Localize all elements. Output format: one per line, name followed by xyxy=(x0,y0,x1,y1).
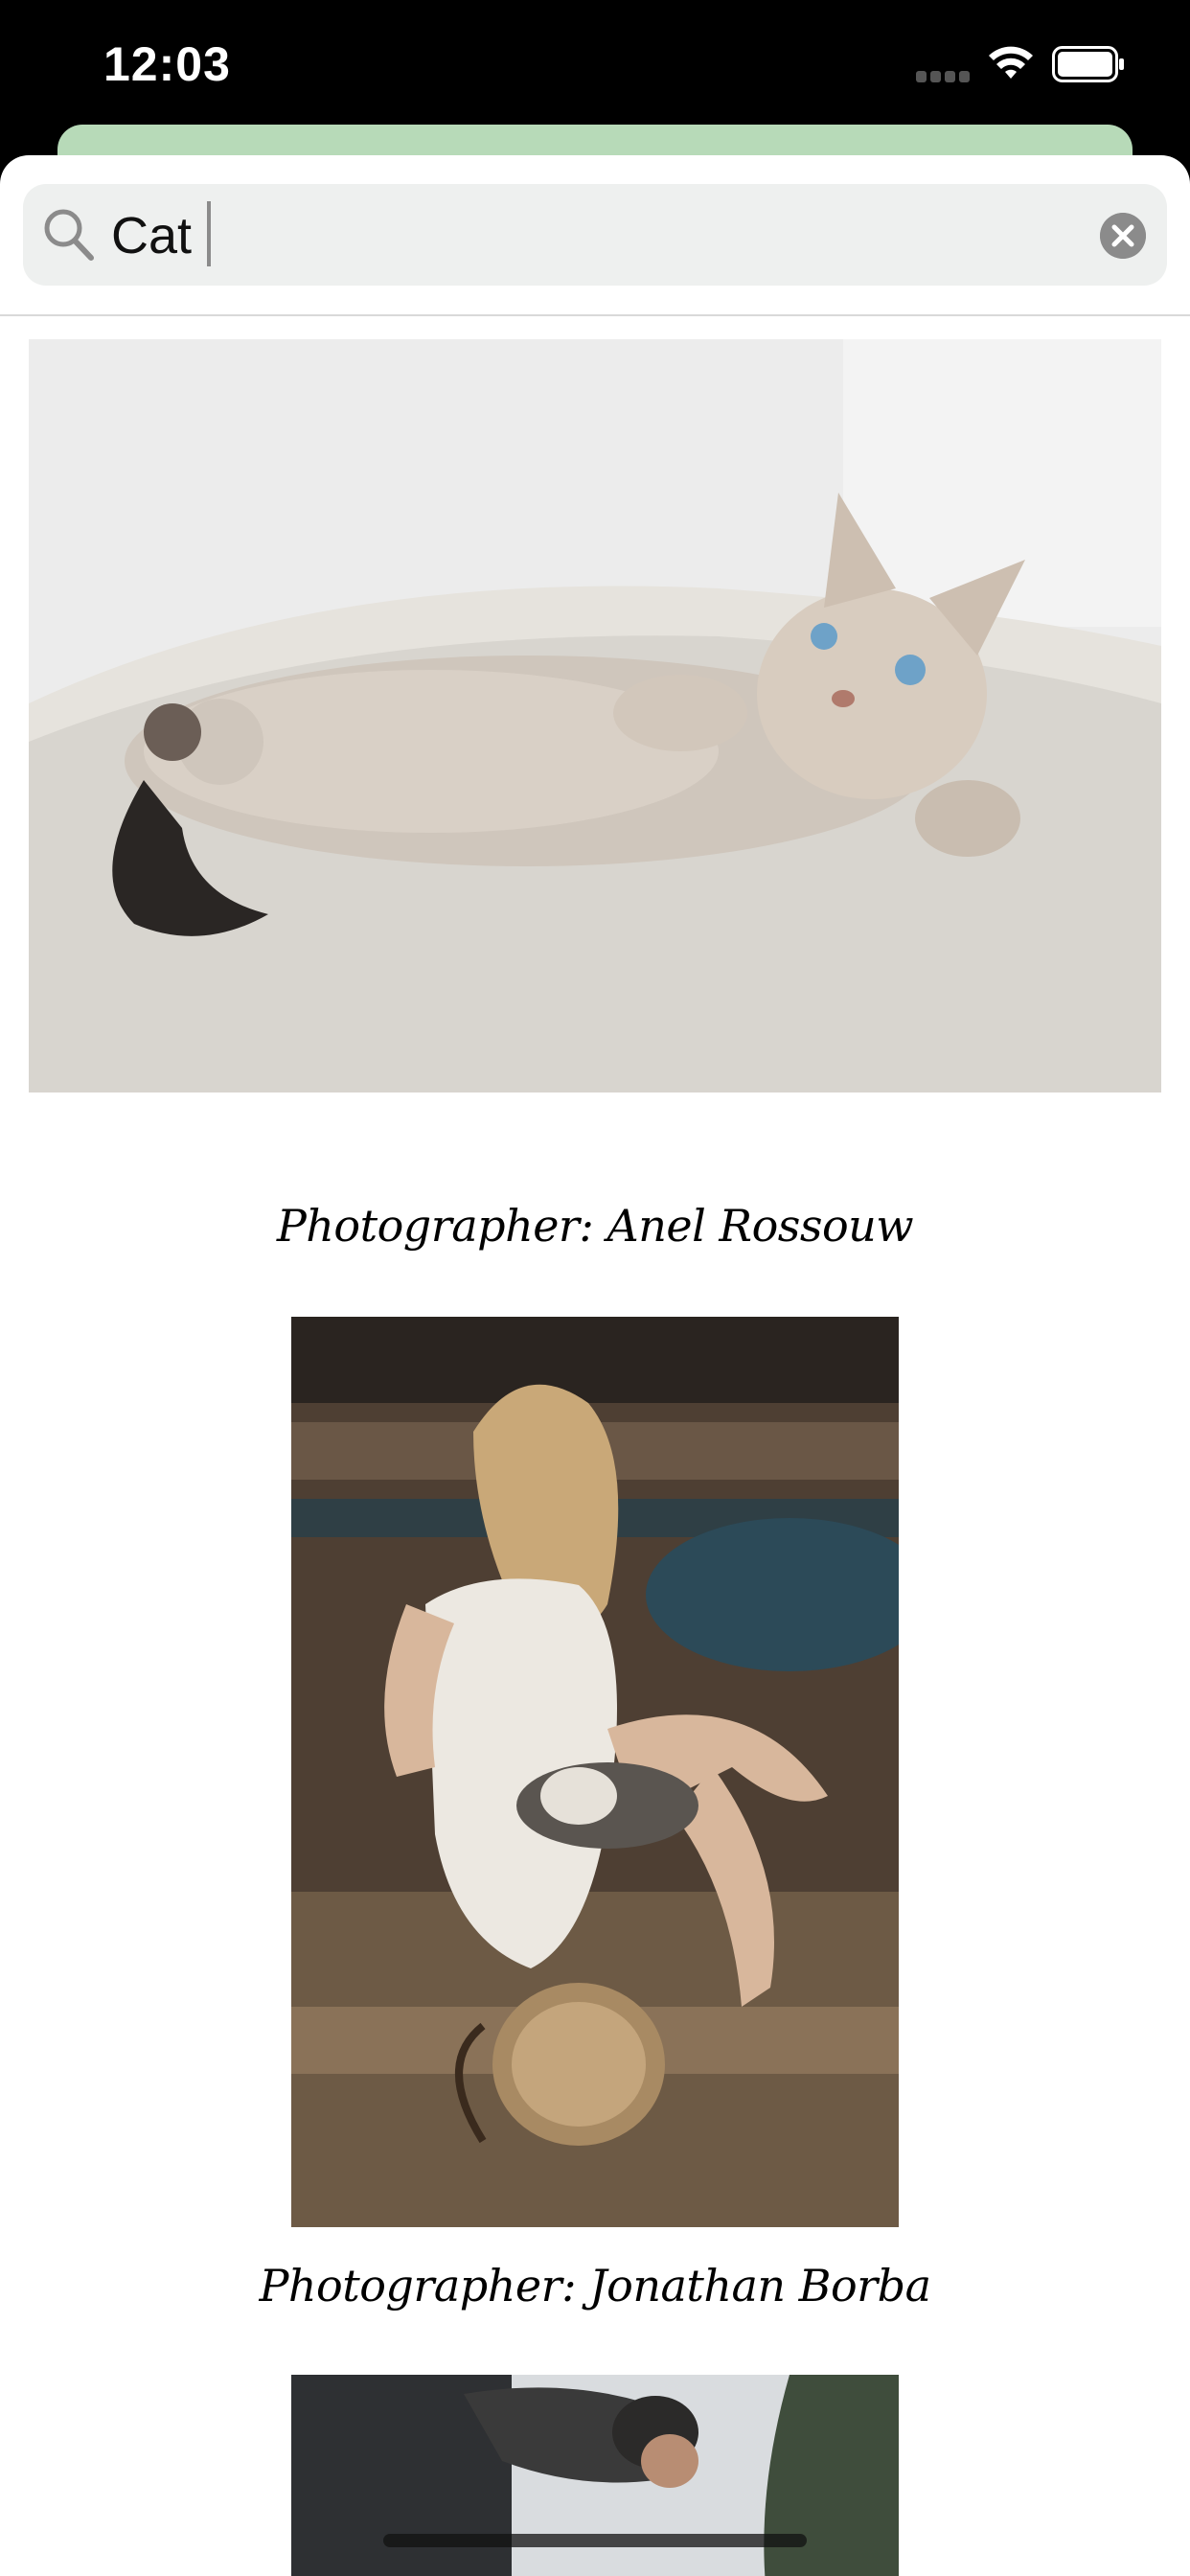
divider xyxy=(0,314,1190,316)
text-caret xyxy=(207,201,211,266)
search-icon xyxy=(44,209,94,261)
search-sheet: Cat Photographer: Anel Rossouw Photograp… xyxy=(0,155,1190,2576)
cat-photo-illustration xyxy=(29,339,1161,1092)
status-bar: 12:03 xyxy=(0,0,1190,134)
search-bar[interactable]: Cat xyxy=(23,184,1167,286)
woman-photo-illustration xyxy=(291,1317,899,2227)
signal-icon xyxy=(916,71,970,82)
clear-icon[interactable] xyxy=(1100,213,1146,259)
home-indicator[interactable] xyxy=(383,2534,807,2547)
status-time: 12:03 xyxy=(103,37,231,91)
wifi-icon xyxy=(989,46,1033,79)
battery-icon xyxy=(1052,46,1124,82)
photographer-caption: Photographer: Anel Rossouw xyxy=(276,1200,914,1252)
woman-holding-cat-photo[interactable] xyxy=(291,1317,899,2227)
photographer-caption: Photographer: Jonathan Borba xyxy=(259,2260,931,2312)
cat-lying-on-blanket-photo[interactable] xyxy=(29,339,1161,1092)
search-input[interactable]: Cat xyxy=(111,205,192,266)
